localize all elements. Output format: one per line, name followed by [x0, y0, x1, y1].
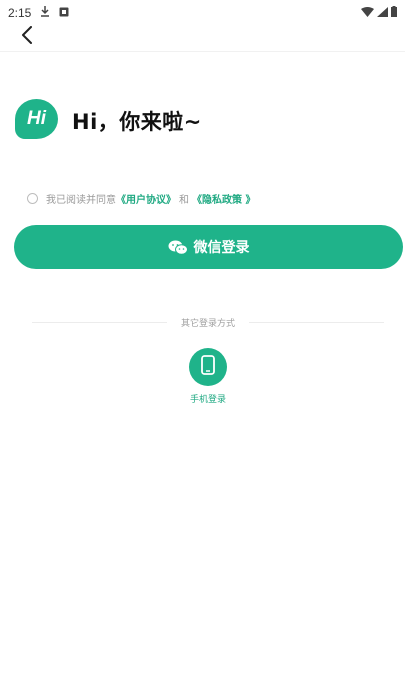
download-icon — [40, 6, 50, 20]
hero: Hi Hi，你来啦~ — [15, 99, 202, 142]
logo-text: Hi — [27, 108, 46, 129]
other-login-divider: 其它登录方式 — [32, 314, 385, 330]
chevron-left-icon — [21, 26, 33, 48]
greeting-title: Hi，你来啦~ — [72, 109, 202, 134]
notification-icon — [59, 6, 69, 20]
agreement-prefix: 我已阅读并同意 — [46, 194, 116, 206]
phone-login-circle[interactable] — [189, 348, 227, 386]
phone-login-button[interactable]: 手机登录 — [168, 348, 248, 405]
agreement-checkbox[interactable] — [27, 192, 38, 204]
divider-line-left — [32, 321, 167, 323]
wechat-login-label: 微信登录 — [193, 240, 250, 256]
back-button[interactable] — [14, 26, 40, 48]
app-logo: Hi — [15, 99, 58, 142]
divider-line-right — [249, 321, 385, 323]
wechat-login-button[interactable]: 微信登录 — [14, 225, 403, 269]
status-right — [361, 6, 397, 20]
status-time: 2:15 — [8, 6, 32, 20]
phone-icon — [201, 355, 215, 379]
privacy-policy-link[interactable]: 《隐私政策 》 — [192, 191, 255, 206]
status-left: 2:15 — [8, 6, 69, 20]
wechat-icon — [168, 240, 188, 255]
phone-login-label: 手机登录 — [189, 395, 226, 405]
signal-icon — [377, 6, 388, 20]
status-bar: 2:15 — [0, 0, 405, 26]
agreement-row: 我已阅读并同意 《用户协议》 和 《隐私政策 》 — [27, 190, 255, 206]
other-login-title: 其它登录方式 — [181, 318, 236, 329]
user-agreement-link[interactable]: 《用户协议》 — [116, 191, 176, 206]
header-divider — [0, 51, 405, 52]
wifi-icon — [361, 6, 374, 20]
agreement-conjunction: 和 — [179, 194, 189, 206]
battery-icon — [391, 6, 397, 20]
